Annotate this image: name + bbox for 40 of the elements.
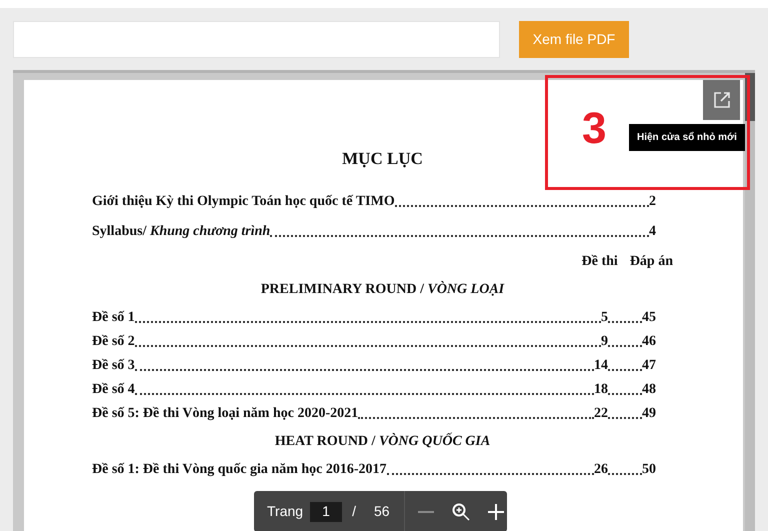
section-heading: HEAT ROUND / VÒNG QUỐC GIA	[274, 432, 490, 451]
section-heading: PRELIMINARY ROUND / VÒNG LOẠI	[260, 280, 504, 299]
page-separator: /	[352, 502, 356, 521]
document-title: MỤC LỤC	[341, 148, 424, 170]
toc-entry: Giới thiệu Kỳ thi Olympic Toán học quốc tế TIMO	[92, 193, 395, 211]
toc-entry: Đề số 3	[92, 357, 135, 375]
page-number: 2	[649, 193, 656, 211]
answer-page-number: 48	[642, 381, 656, 399]
answer-page-number: 49	[642, 405, 656, 423]
page-number: 18	[594, 381, 608, 399]
page-number: 26	[594, 461, 608, 479]
zoom-in-icon	[452, 502, 470, 520]
toc-entry: Đề số 1	[92, 309, 135, 327]
toc-entry: Đề số 2	[92, 333, 135, 351]
toc-entry: Syllabus/ Khung chương trình	[92, 223, 270, 241]
popout-button[interactable]	[703, 80, 740, 120]
open-in-new-icon	[712, 91, 730, 109]
toc-entry: Đề số 1: Đề thi Vòng quốc gia năm học 2016-2017	[92, 461, 387, 479]
annotation-number: 3	[582, 107, 606, 151]
minus-icon	[418, 510, 434, 512]
page-number: 4	[649, 223, 656, 241]
tooltip: Hiện cửa sổ nhỏ mới	[629, 124, 745, 151]
url-field[interactable]	[13, 20, 500, 58]
answer-page-number: 46	[642, 333, 656, 351]
page-number: 14	[594, 357, 608, 375]
answer-page-number: 50	[642, 461, 656, 479]
scrollbar[interactable]	[745, 73, 755, 531]
toc-entry: Đề số 5: Đề thi Vòng loại năm học 2020-2021	[92, 405, 358, 423]
column-header: Đáp án	[630, 253, 673, 271]
answer-page-number: 45	[642, 309, 656, 327]
page-number-field[interactable]: 1	[310, 502, 342, 522]
answer-page-number: 47	[642, 357, 656, 375]
page-number: 22	[594, 405, 608, 423]
plus-icon	[488, 504, 504, 520]
column-header: Đề thi	[582, 253, 618, 271]
page-number: 9	[601, 333, 608, 351]
page-number: 5	[601, 309, 608, 327]
page-label: Trang	[267, 502, 304, 521]
page-count: 56	[374, 502, 390, 521]
toc-entry: Đề số 4	[92, 381, 135, 399]
